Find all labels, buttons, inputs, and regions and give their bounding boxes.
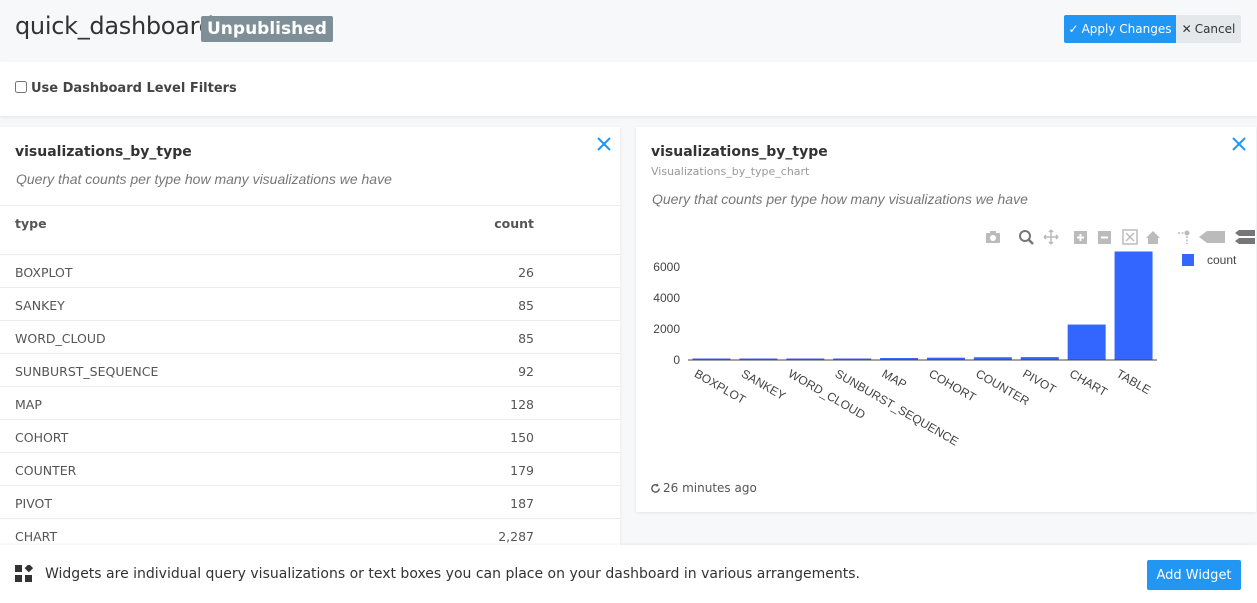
bar-table[interactable] xyxy=(1114,251,1153,361)
refresh-time: 26 minutes ago xyxy=(663,481,757,495)
cell-type: PIVOT xyxy=(15,496,53,511)
apply-changes-button[interactable]: ✓ Apply Changes xyxy=(1064,15,1176,43)
cell-type: COUNTER xyxy=(15,463,77,478)
cell-count: 2,287 xyxy=(498,529,534,544)
cell-count: 150 xyxy=(510,430,534,445)
widget-subtitle: Visualizations_by_type_chart xyxy=(651,165,810,178)
x-tick-label: MAP xyxy=(880,366,910,391)
cell-type: WORD_CLOUD xyxy=(15,331,106,346)
table-widget: visualizations_by_type Query that counts… xyxy=(0,127,620,547)
x-tick-label: COHORT xyxy=(926,366,978,404)
y-tick-label: 0 xyxy=(673,353,680,367)
legend-swatch[interactable] xyxy=(1182,254,1194,266)
column-header-type[interactable]: type xyxy=(15,216,47,231)
remove-widget-icon[interactable] xyxy=(596,136,612,152)
status-badge: Unpublished xyxy=(201,16,333,42)
table-header-row: type count xyxy=(0,206,620,255)
cancel-label: Cancel xyxy=(1194,22,1236,36)
cell-count: 187 xyxy=(510,496,534,511)
widgets-icon xyxy=(15,565,33,582)
check-icon: ✓ xyxy=(1068,22,1079,36)
dashboard-header: quick_dashboard Unpublished ✓ Apply Chan… xyxy=(0,0,1257,62)
widget-description: Query that counts per type how many visu… xyxy=(16,171,392,187)
table-row: SANKEY 85 xyxy=(0,288,620,321)
y-tick-label: 2000 xyxy=(653,322,680,336)
cell-count: 85 xyxy=(518,298,534,313)
x-tick-label: BOXPLOT xyxy=(692,366,749,407)
table-row: COHORT 150 xyxy=(0,420,620,453)
apply-changes-label: Apply Changes xyxy=(1081,22,1172,36)
table-row: BOXPLOT 26 xyxy=(0,255,620,288)
add-widget-hint: Widgets are individual query visualizati… xyxy=(45,566,860,582)
dashboard-filters-label[interactable]: Use Dashboard Level Filters xyxy=(31,81,237,96)
bar-chart: 0200040006000BOXPLOTSANKEYWORD_CLOUDSUNB… xyxy=(653,251,1237,449)
widget-title: visualizations_by_type xyxy=(651,144,828,160)
add-widget-button[interactable]: Add Widget xyxy=(1147,560,1241,590)
legend-label[interactable]: count xyxy=(1207,253,1237,267)
cell-count: 92 xyxy=(518,364,534,379)
cell-count: 85 xyxy=(518,331,534,346)
refresh-icon xyxy=(651,482,660,493)
cell-count: 128 xyxy=(510,397,534,412)
cell-type: SUNBURST_SEQUENCE xyxy=(15,364,159,379)
close-icon: ✕ xyxy=(1181,22,1192,36)
cell-type: COHORT xyxy=(15,430,69,445)
x-tick-label: TABLE xyxy=(1114,366,1153,397)
column-header-count[interactable]: count xyxy=(494,216,534,231)
cell-count: 179 xyxy=(510,463,534,478)
refresh-indicator[interactable]: 26 minutes ago xyxy=(650,481,757,495)
table-row: PIVOT 187 xyxy=(0,486,620,519)
widget-description: Query that counts per type how many visu… xyxy=(652,191,1028,207)
dashboard-title: quick_dashboard xyxy=(15,12,214,40)
remove-widget-icon[interactable] xyxy=(1231,136,1247,152)
filters-bar: Use Dashboard Level Filters xyxy=(0,62,1257,116)
cell-type: BOXPLOT xyxy=(15,265,73,280)
y-tick-label: 4000 xyxy=(653,291,680,305)
bar-chart[interactable] xyxy=(1067,324,1106,360)
table-row: COUNTER 179 xyxy=(0,453,620,486)
chart-widget: visualizations_by_type Visualizations_by… xyxy=(636,127,1256,512)
results-table: type count BOXPLOT 26 SANKEY 85 WORD_CLOUD 85… xyxy=(0,205,620,547)
y-tick-label: 6000 xyxy=(653,260,680,274)
table-row: MAP 128 xyxy=(0,387,620,420)
add-widget-bar: Widgets are individual query visualizati… xyxy=(0,545,1257,603)
table-row: CHART 2,287 xyxy=(0,519,620,547)
table-row: SUNBURST_SEQUENCE 92 xyxy=(0,354,620,387)
cell-count: 26 xyxy=(518,265,534,280)
cancel-button[interactable]: ✕ Cancel xyxy=(1176,15,1241,43)
x-tick-label: CHART xyxy=(1067,366,1110,399)
cell-type: SANKEY xyxy=(15,298,65,313)
cell-type: CHART xyxy=(15,529,58,544)
table-row: WORD_CLOUD 85 xyxy=(0,321,620,354)
widget-title: visualizations_by_type xyxy=(15,144,192,160)
cell-type: MAP xyxy=(15,397,42,412)
dashboard-filters-checkbox[interactable] xyxy=(15,81,27,93)
